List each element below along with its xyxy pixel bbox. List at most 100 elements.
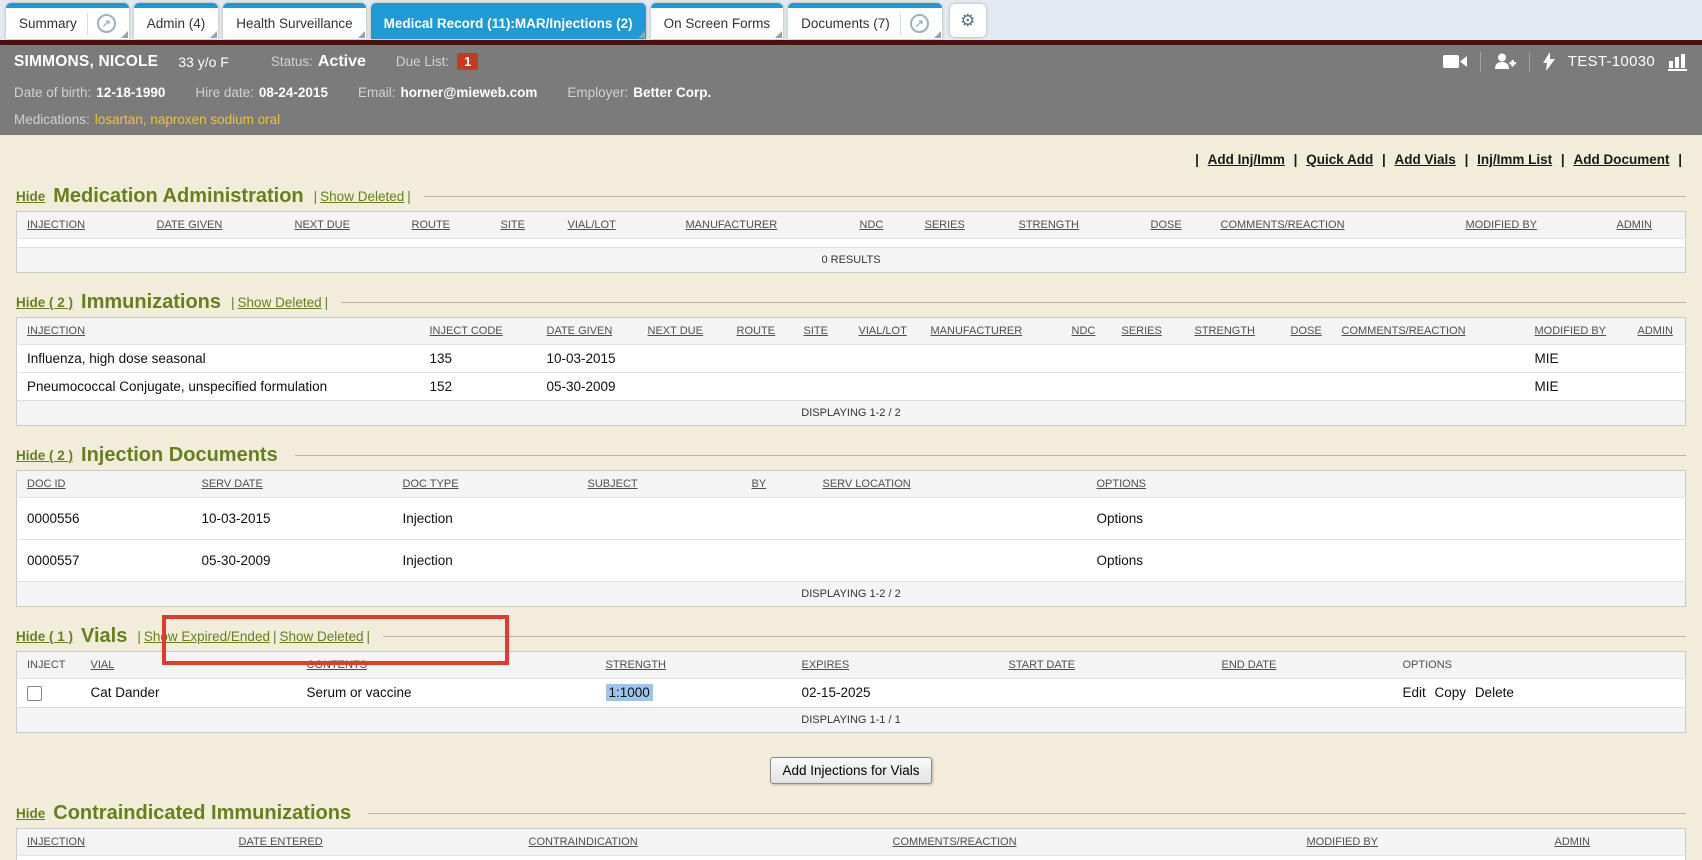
tab-documents[interactable]: Documents (7) ↗ (788, 3, 942, 39)
vials-hide-link[interactable]: Hide ( 1 ) (16, 629, 73, 644)
tab-summary[interactable]: Summary ↗ (6, 3, 129, 39)
vial-checkbox[interactable] (27, 686, 42, 701)
patient-age-sex: 33 y/o F (178, 54, 229, 70)
contraindicated-hide-link[interactable]: Hide (16, 806, 45, 821)
col-strength[interactable]: STRENGTH (1009, 212, 1141, 239)
col-end-date[interactable]: END DATE (1212, 652, 1393, 679)
col-date-given[interactable]: DATE GIVEN (147, 212, 285, 239)
col-modified-by[interactable]: MODIFIED BY (1297, 828, 1545, 855)
med-admin-results-row: 0 RESULTS (17, 248, 1686, 273)
col-date-given[interactable]: DATE GIVEN (537, 318, 638, 345)
col-comments-reaction[interactable]: COMMENTS/REACTION (1211, 212, 1456, 239)
col-start-date[interactable]: START DATE (999, 652, 1212, 679)
external-link-icon[interactable]: ↗ (910, 14, 929, 33)
col-site[interactable]: SITE (491, 212, 558, 239)
lightning-icon[interactable] (1543, 52, 1555, 71)
add-inj-imm-link[interactable]: Add Inj/Imm (1208, 152, 1285, 167)
col-doc-type[interactable]: DOC TYPE (393, 471, 578, 498)
external-link-icon[interactable]: ↗ (97, 14, 116, 33)
col-subject[interactable]: SUBJECT (578, 471, 742, 498)
col-modified-by[interactable]: MODIFIED BY (1456, 212, 1607, 239)
col-strength[interactable]: STRENGTH (596, 652, 792, 679)
edit-link[interactable]: Edit (1403, 685, 1426, 700)
inj-imm-list-link[interactable]: Inj/Imm List (1477, 152, 1552, 167)
col-vial-lot[interactable]: VIAL/LOT (558, 212, 676, 239)
immunizations-hide-link[interactable]: Hide ( 2 ) (16, 295, 73, 310)
delete-link[interactable]: Delete (1475, 685, 1514, 700)
col-injection[interactable]: INJECTION (17, 828, 229, 855)
col-comments-reaction[interactable]: COMMENTS/REACTION (883, 828, 1297, 855)
spacer-row (17, 855, 1686, 860)
col-route[interactable]: ROUTE (402, 212, 491, 239)
col-vial-lot[interactable]: VIAL/LOT (849, 318, 921, 345)
col-next-due[interactable]: NEXT DUE (638, 318, 727, 345)
status-value: Active (318, 53, 366, 71)
due-list-badge[interactable]: 1 (457, 53, 478, 70)
col-options[interactable]: OPTIONS (1087, 471, 1686, 498)
vial-contents: Serum or vaccine (297, 679, 596, 708)
col-admin[interactable]: ADMIN (1545, 828, 1686, 855)
col-contents[interactable]: CONTENTS (297, 652, 596, 679)
col-ndc[interactable]: NDC (850, 212, 915, 239)
contraindicated-title: Contraindicated Immunizations (53, 802, 351, 825)
video-camera-icon[interactable] (1443, 54, 1467, 69)
col-manufacturer[interactable]: MANUFACTURER (676, 212, 850, 239)
col-dose[interactable]: DOSE (1141, 212, 1211, 239)
col-by[interactable]: BY (742, 471, 813, 498)
col-expires[interactable]: EXPIRES (792, 652, 999, 679)
col-dose[interactable]: DOSE (1281, 318, 1332, 345)
col-admin[interactable]: ADMIN (1607, 212, 1686, 239)
status-label: Status: (271, 54, 313, 69)
patient-name: SIMMONS, NICOLE (14, 53, 158, 71)
contraindicated-header: Hide Contraindicated Immunizations (16, 802, 1686, 825)
settings-tab[interactable]: ⚙ (950, 4, 986, 37)
vials-show-expired-link[interactable]: Show Expired/Ended (144, 629, 270, 644)
medications-value[interactable]: losartan, naproxen sodium oral (95, 112, 280, 127)
col-comments-reaction[interactable]: COMMENTS/REACTION (1332, 318, 1525, 345)
quick-add-link[interactable]: Quick Add (1306, 152, 1373, 167)
injection-documents-hide-link[interactable]: Hide ( 2 ) (16, 448, 73, 463)
col-contraindication[interactable]: CONTRAINDICATION (519, 828, 883, 855)
col-route[interactable]: ROUTE (727, 318, 794, 345)
col-site[interactable]: SITE (794, 318, 849, 345)
add-document-link[interactable]: Add Document (1573, 152, 1669, 167)
col-next-due[interactable]: NEXT DUE (285, 212, 402, 239)
tab-on-screen-forms[interactable]: On Screen Forms (651, 3, 784, 39)
options-link[interactable]: Options (1087, 498, 1686, 540)
immunizations-show-deleted-link[interactable]: Show Deleted (238, 295, 322, 310)
vials-show-deleted-link[interactable]: Show Deleted (279, 629, 363, 644)
employer-label: Employer: (567, 85, 628, 100)
col-serv-date[interactable]: SERV DATE (192, 471, 393, 498)
col-injection[interactable]: INJECTION (17, 212, 147, 239)
tab-admin[interactable]: Admin (4) (134, 3, 219, 39)
col-vial[interactable]: VIAL (81, 652, 297, 679)
col-admin[interactable]: ADMIN (1628, 318, 1686, 345)
tab-health-surveillance[interactable]: Health Surveillance (223, 3, 365, 39)
col-injection[interactable]: INJECTION (17, 318, 420, 345)
col-doc-id[interactable]: DOC ID (17, 471, 192, 498)
col-serv-location[interactable]: SERV LOCATION (813, 471, 1087, 498)
add-injections-for-vials-button[interactable]: Add Injections for Vials (770, 757, 931, 784)
doc-id[interactable]: 0000557 (17, 540, 192, 582)
copy-link[interactable]: Copy (1435, 685, 1467, 700)
col-modified-by[interactable]: MODIFIED BY (1525, 318, 1628, 345)
col-strength[interactable]: STRENGTH (1185, 318, 1281, 345)
hire-date-label: Hire date: (195, 85, 254, 100)
col-inject-code[interactable]: INJECT CODE (420, 318, 537, 345)
col-ndc[interactable]: NDC (1062, 318, 1112, 345)
add-person-icon[interactable] (1494, 53, 1516, 70)
med-admin-hide-link[interactable]: Hide (16, 189, 45, 204)
doc-id[interactable]: 0000556 (17, 498, 192, 540)
document-row: 0000556 10-03-2015 Injection Options (17, 498, 1686, 540)
col-manufacturer[interactable]: MANUFACTURER (921, 318, 1062, 345)
col-series[interactable]: SERIES (915, 212, 1009, 239)
mar-injections-content: | Add Inj/Imm | Quick Add | Add Vials | … (0, 135, 1702, 860)
col-series[interactable]: SERIES (1112, 318, 1185, 345)
col-date-entered[interactable]: DATE ENTERED (229, 828, 519, 855)
add-vials-link[interactable]: Add Vials (1395, 152, 1456, 167)
tab-medical-record[interactable]: Medical Record (11):MAR/Injections (2) (371, 3, 646, 39)
bar-chart-icon[interactable] (1668, 53, 1688, 71)
injection-documents-title: Injection Documents (81, 444, 278, 467)
options-link[interactable]: Options (1087, 540, 1686, 582)
med-admin-show-deleted-link[interactable]: Show Deleted (320, 189, 404, 204)
